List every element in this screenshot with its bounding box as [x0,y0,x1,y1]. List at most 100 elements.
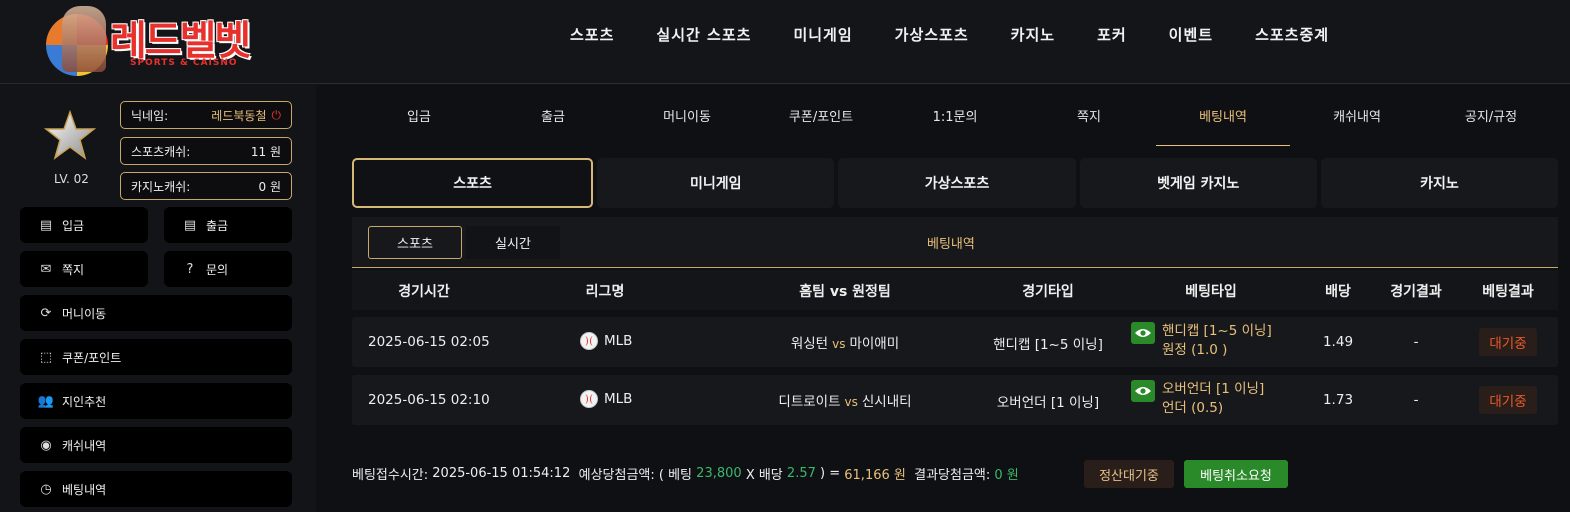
nav-minigame[interactable]: 미니게임 [793,24,852,45]
th-match-time: 경기시간 [398,284,450,300]
times-odds-label: X 배당 [745,468,783,483]
sidebar-cash-history-button[interactable]: ◉ 캐쉬내역 [20,427,292,463]
table-header: 경기시간 리그명 홈팀 vs 원정팀 경기타입 베팅타입 배당 경기결과 베팅결… [352,270,1558,310]
user-level: LV. 02 [54,172,89,186]
row-match-result: - [1413,392,1419,408]
sidebar-coupon-label: 쿠폰/포인트 [62,350,122,365]
casino-cash-value: 0 원 [258,179,282,194]
envelope-icon: ✉ [40,261,52,277]
baseball-icon [580,332,598,350]
tab-message[interactable]: 쪽지 [1022,100,1156,146]
sidebar-message-label: 쪽지 [62,262,85,277]
th-match-result: 경기결과 [1390,284,1442,300]
row-bet-type: 오버언더 [1 이닝] 언더 (0.5) [1162,381,1265,416]
casino-cash-label: 카지노캐쉬: [131,179,191,194]
sidebar-withdraw-button[interactable]: ▤ 출금 [164,207,292,243]
tab-bet-history[interactable]: 베팅내역 [1156,100,1290,146]
logout-power-icon[interactable]: ⏻ [272,108,282,123]
subtab-sports[interactable]: 스포츠 [368,226,462,259]
row-teams: 디트로이트 vs 신시내티 [778,394,912,410]
game-category-tabs: 스포츠 미니게임 가상스포츠 벳게임 카지노 카지노 [352,158,1559,208]
row-odds: 1.49 [1322,334,1354,350]
sports-cash-box: 스포츠캐쉬: 11 원 [120,137,292,165]
sidebar-message-button[interactable]: ✉ 쪽지 [20,251,148,287]
nav-poker[interactable]: 포커 [1097,24,1127,45]
refresh-arrows-icon: ⟳ [40,305,52,321]
category-casino[interactable]: 카지노 [1320,158,1559,208]
users-icon: 👥 [37,393,55,409]
total-odds: 2.57 [786,466,816,481]
row-league: MLB [580,390,632,408]
th-bet-result: 베팅결과 [1482,284,1534,300]
category-sports[interactable]: 스포츠 [352,158,594,208]
sidebar-deposit-button[interactable]: ▤ 입금 [20,207,148,243]
row-odds: 1.73 [1322,392,1354,408]
category-minigame[interactable]: 미니게임 [597,158,835,208]
tab-coupon-point[interactable]: 쿠폰/포인트 [754,100,888,146]
sports-cash-value: 11 원 [250,144,281,159]
category-virtual-sports[interactable]: 가상스포츠 [838,158,1076,208]
tab-notice-rules[interactable]: 공지/규정 [1424,100,1558,146]
tab-inquiry[interactable]: 1:1문의 [888,100,1022,146]
result-label: 결과당첨금액: [914,468,991,483]
th-odds: 배당 [1325,284,1351,300]
eye-icon[interactable] [1131,380,1155,402]
result-amount: 0 원 [994,468,1019,483]
row-match-result: - [1413,334,1419,350]
history-clock-icon: ◷ [40,481,52,497]
logo-figure [62,6,106,72]
row-match-time: 2025-06-15 02:05 [368,334,490,350]
row-game-type: 핸디캡 [1~5 이닝] [993,337,1103,353]
nav-sports[interactable]: 스포츠 [570,24,614,45]
box-icon: ⬚ [39,349,53,365]
table-row: 2025-06-15 02:05 MLB 워싱턴 vs 마이애미 핸디캡 [1~5 … [352,317,1558,367]
sidebar-inquiry-button[interactable]: ? 문의 [164,251,292,287]
subtab-live[interactable]: 실시간 [466,226,560,259]
sidebar-money-transfer-button[interactable]: ⟳ 머니이동 [20,295,292,331]
sidebar-deposit-label: 입금 [62,218,85,233]
nav-casino[interactable]: 카지노 [1011,24,1055,45]
site-logo[interactable]: 레드벨벳 SPORTS & CAISNO [44,6,264,76]
nav-sports-broadcast[interactable]: 스포츠중계 [1255,24,1329,45]
th-bet-type: 베팅타입 [1185,284,1237,300]
sidebar-bet-history-button[interactable]: ◷ 베팅내역 [20,471,292,507]
expected-amount: 61,166 원 [844,468,906,483]
sports-cash-label: 스포츠캐쉬: [131,144,191,159]
bet-amount: 23,800 [696,466,742,481]
row-league: MLB [580,332,632,350]
bet-cancel-request-button[interactable]: 베팅취소요청 [1184,460,1288,488]
account-tabs: 입금 출금 머니이동 쿠폰/포인트 1:1문의 쪽지 베팅내역 캐쉬내역 공지/… [352,100,1558,146]
row-bet-type: 핸디캡 [1~5 이닝] 원정 (1.0 ) [1162,323,1272,358]
coins-icon: ◉ [40,437,52,453]
sidebar-withdraw-label: 출금 [206,218,229,233]
eye-icon[interactable] [1131,322,1155,344]
tab-money-transfer[interactable]: 머니이동 [620,100,754,146]
category-betgame-casino[interactable]: 벳게임 카지노 [1079,158,1317,208]
bet-status-badge: 대기중 [1479,328,1537,356]
casino-cash-box: 카지노캐쉬: 0 원 [120,172,292,200]
tab-cash-history[interactable]: 캐쉬내역 [1290,100,1424,146]
received-time: 2025-06-15 01:54:12 [432,466,571,481]
nav-event[interactable]: 이벤트 [1169,24,1213,45]
nickname-value: 레드북동철 [211,108,267,123]
money-stack-icon: ▤ [183,217,197,233]
tab-withdraw[interactable]: 출금 [486,100,620,146]
th-league: 리그명 [585,284,625,300]
tab-deposit[interactable]: 입금 [352,100,486,146]
top-nav: 스포츠 실시간 스포츠 미니게임 가상스포츠 카지노 포커 이벤트 스포츠중계 [570,24,1329,45]
th-teams: 홈팀 vs 원정팀 [799,284,891,300]
sub-filter-panel: 스포츠 실시간 베팅내역 [352,217,1558,268]
sidebar-bet-history-label: 베팅내역 [62,482,107,497]
logo-subtitle: SPORTS & CAISNO [130,58,238,68]
sidebar-referral-button[interactable]: 👥 지인추천 [20,383,292,419]
bet-summary: 베팅접수시간: 2025-06-15 01:54:12 예상당첨금액: ( 베팅… [352,464,1019,483]
nav-live-sports[interactable]: 실시간 스포츠 [656,24,751,45]
equals-sign: ) = [820,466,841,481]
settlement-pending-button[interactable]: 정산대기중 [1084,460,1174,488]
sidebar-coupon-button[interactable]: ⬚ 쿠폰/포인트 [20,339,292,375]
row-teams: 워싱턴 vs 마이애미 [790,336,900,352]
nav-virtual-sports[interactable]: 가상스포츠 [895,24,969,45]
received-label: 베팅접수시간: [352,468,429,483]
question-bubble-icon: ? [186,261,194,277]
row-game-type: 오버언더 [1 이닝] [996,395,1100,411]
